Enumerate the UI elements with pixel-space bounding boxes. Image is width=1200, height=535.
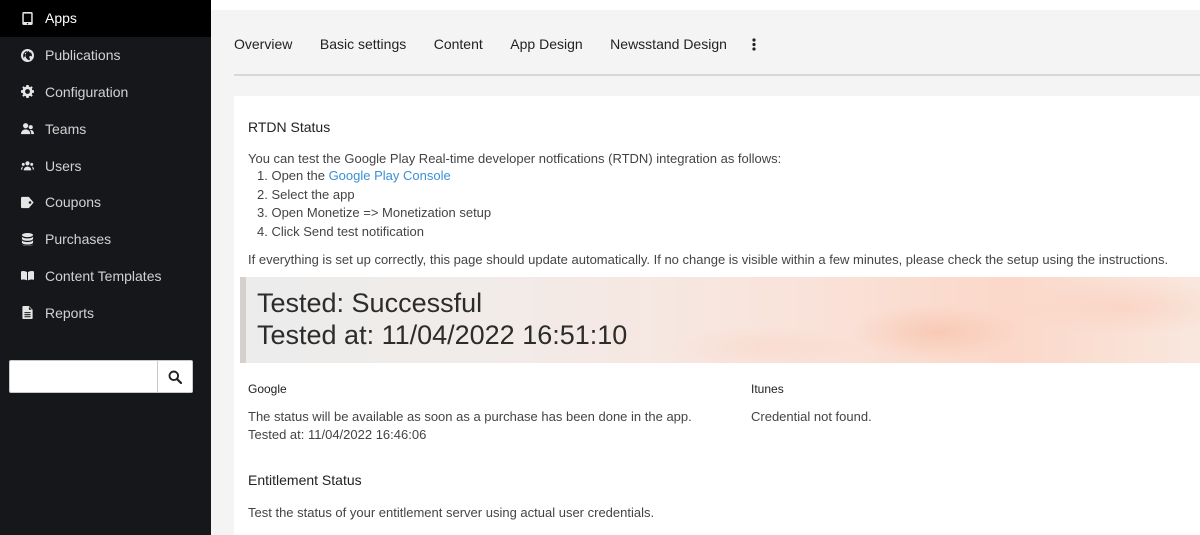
rtdn-steps: 1. Open the Google Play Console 2. Selec… xyxy=(257,167,491,241)
step-3: 3. Open Monetize => Monetization setup xyxy=(257,205,492,220)
sidebar-item-purchases[interactable]: Purchases xyxy=(0,221,211,258)
entitlement-title: Entitlement Status xyxy=(248,472,362,488)
sidebar-item-configuration[interactable]: Configuration xyxy=(0,74,211,111)
sidebar: Apps Publications Configuration Teams Us… xyxy=(0,0,211,535)
google-tested-at: Tested at: 11/04/2022 16:46:06 xyxy=(248,427,427,442)
globe-icon xyxy=(21,48,34,62)
result-tested-at: Tested at: 11/04/2022 16:51:10 xyxy=(257,320,628,350)
more-tabs-button[interactable] xyxy=(750,37,758,51)
itunes-status: Credential not found. xyxy=(751,409,872,424)
sidebar-item-label: Content Templates xyxy=(45,267,162,284)
rtdn-result-box: Tested: Successful Tested at: 11/04/2022… xyxy=(240,277,1200,363)
sidebar-item-label: Coupons xyxy=(45,194,102,211)
sidebar-item-apps[interactable]: Apps xyxy=(0,0,211,37)
tab-content[interactable]: Content xyxy=(434,36,483,52)
tab-basic-settings[interactable]: Basic settings xyxy=(320,36,406,52)
tag-icon xyxy=(21,196,34,209)
result-status: Tested: Successful xyxy=(257,288,483,318)
team-icon xyxy=(21,122,34,135)
sidebar-item-reports[interactable]: Reports xyxy=(0,294,211,331)
tab-divider xyxy=(234,74,1200,76)
rtdn-intro: You can test the Google Play Real-time d… xyxy=(248,151,782,166)
step-4: 4. Click Send test notification xyxy=(257,223,424,239)
rtdn-note: If everything is set up correctly, this … xyxy=(248,252,1169,267)
sidebar-item-coupons[interactable]: Coupons xyxy=(0,184,211,221)
google-heading: Google xyxy=(248,382,287,396)
tab-newsstand-design[interactable]: Newsstand Design xyxy=(610,36,727,52)
search-input[interactable] xyxy=(9,360,157,393)
entitlement-description: Test the status of your entitlement serv… xyxy=(248,505,655,520)
book-icon xyxy=(21,269,34,282)
tab-app-design[interactable]: App Design xyxy=(510,36,582,52)
sidebar-item-publications[interactable]: Publications xyxy=(0,37,211,74)
users-icon xyxy=(21,159,34,172)
sidebar-item-content-templates[interactable]: Content Templates xyxy=(0,258,211,295)
tab-bar: Overview Basic settings Content App Desi… xyxy=(234,34,758,54)
itunes-heading: Itunes xyxy=(751,382,784,396)
sidebar-item-label: Users xyxy=(45,157,82,174)
tablet-icon xyxy=(21,11,34,25)
sidebar-item-users[interactable]: Users xyxy=(0,147,211,184)
sidebar-item-label: Purchases xyxy=(45,231,112,248)
search-button[interactable] xyxy=(157,360,193,393)
more-vertical-icon xyxy=(752,37,757,51)
sidebar-item-label: Reports xyxy=(45,304,95,321)
tab-overview[interactable]: Overview xyxy=(234,36,292,52)
google-status: The status will be available as soon as … xyxy=(248,409,692,424)
search-icon xyxy=(168,370,182,384)
top-strip xyxy=(211,0,1200,10)
sidebar-nav: Apps Publications Configuration Teams Us… xyxy=(0,0,211,331)
gear-icon xyxy=(21,85,34,99)
sidebar-item-teams[interactable]: Teams xyxy=(0,110,211,147)
rtdn-panel: RTDN Status You can test the Google Play… xyxy=(234,96,1200,535)
document-icon xyxy=(21,306,34,320)
sidebar-item-label: Apps xyxy=(45,10,77,27)
step-2: 2. Select the app xyxy=(257,186,355,202)
sidebar-search xyxy=(9,360,193,393)
rtdn-title: RTDN Status xyxy=(248,119,331,135)
database-icon xyxy=(21,232,34,246)
google-play-console-link[interactable]: Google Play Console xyxy=(329,168,451,183)
step-1: 1. Open the Google Play Console xyxy=(257,167,491,186)
step-1-text: 1. Open the xyxy=(257,168,329,183)
sidebar-item-label: Teams xyxy=(45,120,87,137)
sidebar-item-label: Configuration xyxy=(45,83,129,100)
sidebar-item-label: Publications xyxy=(45,47,121,64)
